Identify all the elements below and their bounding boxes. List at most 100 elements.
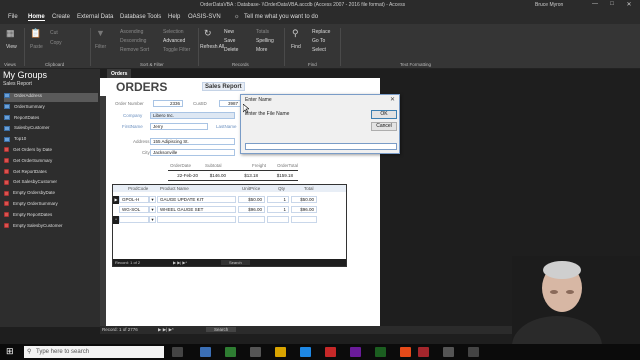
view-icon[interactable]: ▦ bbox=[6, 28, 15, 39]
spelling-button[interactable]: Spelling bbox=[256, 38, 274, 44]
row1-unitprice[interactable]: $50.00 bbox=[238, 196, 265, 203]
ascending-button[interactable]: Ascending bbox=[120, 29, 143, 35]
subtotal-field[interactable]: $146.00 bbox=[203, 172, 229, 179]
descending-button[interactable]: Descending bbox=[120, 38, 146, 44]
refresh-icon[interactable]: ↻ bbox=[204, 28, 212, 39]
nav-item[interactable]: OrderSummary bbox=[4, 104, 98, 113]
tab-external-data[interactable]: External Data bbox=[77, 14, 113, 20]
app-icon[interactable] bbox=[225, 347, 236, 357]
filter-button[interactable]: Filter bbox=[95, 44, 106, 50]
close-icon[interactable]: ✕ bbox=[624, 1, 634, 9]
row1-prodcode[interactable]: GPOL-H bbox=[119, 196, 149, 203]
orderdate-field[interactable]: 22-Feb-20 bbox=[169, 172, 201, 179]
save-record-button[interactable]: Save bbox=[224, 38, 235, 44]
replace-button[interactable]: Replace bbox=[312, 29, 330, 35]
dropdown-icon[interactable]: ▾ bbox=[149, 216, 156, 223]
filter-icon[interactable]: ▼ bbox=[96, 28, 105, 38]
nav-item[interactable]: Get OrderSummary bbox=[4, 158, 98, 167]
more-button[interactable]: More bbox=[256, 47, 267, 53]
nav-item[interactable]: Empty ReportDates bbox=[4, 212, 98, 221]
subform-search[interactable]: Search bbox=[221, 260, 250, 265]
tab-file[interactable]: File bbox=[8, 14, 18, 20]
delete-record-button[interactable]: Delete bbox=[224, 47, 238, 53]
tab-help[interactable]: Help bbox=[168, 14, 180, 20]
subform-record-position[interactable]: Record: 1 of 2 bbox=[115, 260, 140, 265]
nav-item[interactable]: Top10 bbox=[4, 136, 98, 145]
paste-button[interactable]: Paste bbox=[30, 44, 43, 50]
row2-prodcode[interactable]: WG-SOL bbox=[119, 206, 149, 213]
freight-field[interactable]: $13.18 bbox=[241, 172, 261, 179]
file-name-input[interactable] bbox=[245, 143, 397, 150]
nav-subheader[interactable]: Sales Report bbox=[3, 81, 32, 87]
sales-report-button[interactable]: Sales Report bbox=[202, 82, 245, 91]
nav-item[interactable]: SalesbyCustomer bbox=[4, 125, 98, 134]
row1-qty[interactable]: 1 bbox=[267, 196, 289, 203]
tab-orders[interactable]: Orders bbox=[107, 69, 131, 78]
row2-qty[interactable]: 1 bbox=[267, 206, 289, 213]
taskbar-search[interactable]: Type here to search bbox=[24, 346, 164, 358]
app-icon[interactable] bbox=[350, 347, 361, 357]
nav-item[interactable]: Get SalesbyCustomer bbox=[4, 179, 98, 188]
new-row-product-name[interactable] bbox=[157, 216, 236, 223]
row1-product-name[interactable]: GAUGE UPDATE KIT bbox=[157, 196, 236, 203]
ok-button[interactable]: OK bbox=[371, 110, 397, 119]
new-record-button[interactable]: New bbox=[224, 29, 234, 35]
app-icon[interactable] bbox=[443, 347, 454, 357]
copy-button[interactable]: Copy bbox=[50, 40, 62, 46]
chrome-icon[interactable] bbox=[400, 347, 411, 357]
select-button[interactable]: Select bbox=[312, 47, 326, 53]
record-nav-arrows-icon[interactable]: ▶ ▶| ▶* bbox=[173, 260, 187, 265]
record-position[interactable]: Record: 1 of 2776 bbox=[102, 327, 138, 332]
nav-item[interactable]: Empty OrdersbyDate bbox=[4, 190, 98, 199]
tab-home[interactable]: Home bbox=[28, 14, 45, 21]
nav-item[interactable]: OrderAddress bbox=[4, 93, 98, 102]
nav-item[interactable]: Empty SalesbyCustomer bbox=[4, 223, 98, 232]
goto-button[interactable]: Go To bbox=[312, 38, 325, 44]
record-selector[interactable] bbox=[100, 96, 106, 326]
tell-me-input[interactable]: Tell me what you want to do bbox=[244, 14, 318, 20]
find-button[interactable]: Find bbox=[291, 44, 301, 50]
toggle-filter-button[interactable]: Toggle Filter bbox=[163, 47, 190, 53]
row2-product-name[interactable]: WHEEL GAUGE SET bbox=[157, 206, 236, 213]
new-row-prodcode[interactable] bbox=[119, 216, 149, 223]
new-row-qty[interactable] bbox=[267, 216, 289, 223]
app-icon[interactable] bbox=[325, 347, 336, 357]
advanced-button[interactable]: Advanced bbox=[163, 38, 185, 44]
maximize-icon[interactable]: □ bbox=[607, 1, 617, 9]
nav-item[interactable]: Get Orders by Date bbox=[4, 147, 98, 156]
nav-item[interactable]: Empty OrderSummary bbox=[4, 201, 98, 210]
order-number-field[interactable]: 2336 bbox=[153, 100, 183, 107]
city-field[interactable]: Jacksonville bbox=[150, 149, 235, 156]
close-icon[interactable]: ✕ bbox=[390, 96, 395, 103]
cut-button[interactable]: Cut bbox=[50, 30, 58, 36]
custid-field[interactable]: 3987 bbox=[219, 100, 241, 107]
address-field[interactable]: 155 Adipiscing St. bbox=[150, 138, 235, 145]
excel-icon[interactable] bbox=[375, 347, 386, 357]
row2-unitprice[interactable]: $96.00 bbox=[238, 206, 265, 213]
task-view-icon[interactable] bbox=[172, 347, 183, 357]
app-icon[interactable] bbox=[200, 347, 211, 357]
ordertotal-field[interactable]: $159.18 bbox=[268, 172, 296, 179]
firstname-field[interactable]: Jerry bbox=[150, 123, 208, 130]
folder-icon[interactable] bbox=[275, 347, 286, 357]
dropdown-icon[interactable]: ▾ bbox=[149, 196, 156, 203]
view-button[interactable]: View bbox=[6, 44, 17, 50]
minimize-icon[interactable]: — bbox=[590, 1, 600, 9]
tab-database-tools[interactable]: Database Tools bbox=[120, 14, 161, 20]
nav-item[interactable]: ReportDates bbox=[4, 115, 98, 124]
nav-header[interactable]: My Groups bbox=[3, 70, 47, 80]
windows-start-icon[interactable]: ⊞ bbox=[6, 346, 14, 357]
new-row-unitprice[interactable] bbox=[238, 216, 265, 223]
access-icon[interactable] bbox=[418, 347, 429, 357]
remove-sort-button[interactable]: Remove Sort bbox=[120, 47, 149, 53]
refresh-all-button[interactable]: Refresh All bbox=[200, 44, 224, 50]
app-icon[interactable] bbox=[468, 347, 479, 357]
totals-button[interactable]: Totals bbox=[256, 29, 269, 35]
tab-create[interactable]: Create bbox=[52, 14, 70, 20]
app-icon[interactable] bbox=[250, 347, 261, 357]
user-name[interactable]: Bruce Myron bbox=[535, 2, 563, 8]
selection-button[interactable]: Selection bbox=[163, 29, 184, 35]
record-search[interactable]: Search bbox=[206, 327, 237, 332]
cancel-button[interactable]: Cancel bbox=[371, 122, 397, 131]
paste-icon[interactable]: 📋 bbox=[30, 28, 41, 39]
